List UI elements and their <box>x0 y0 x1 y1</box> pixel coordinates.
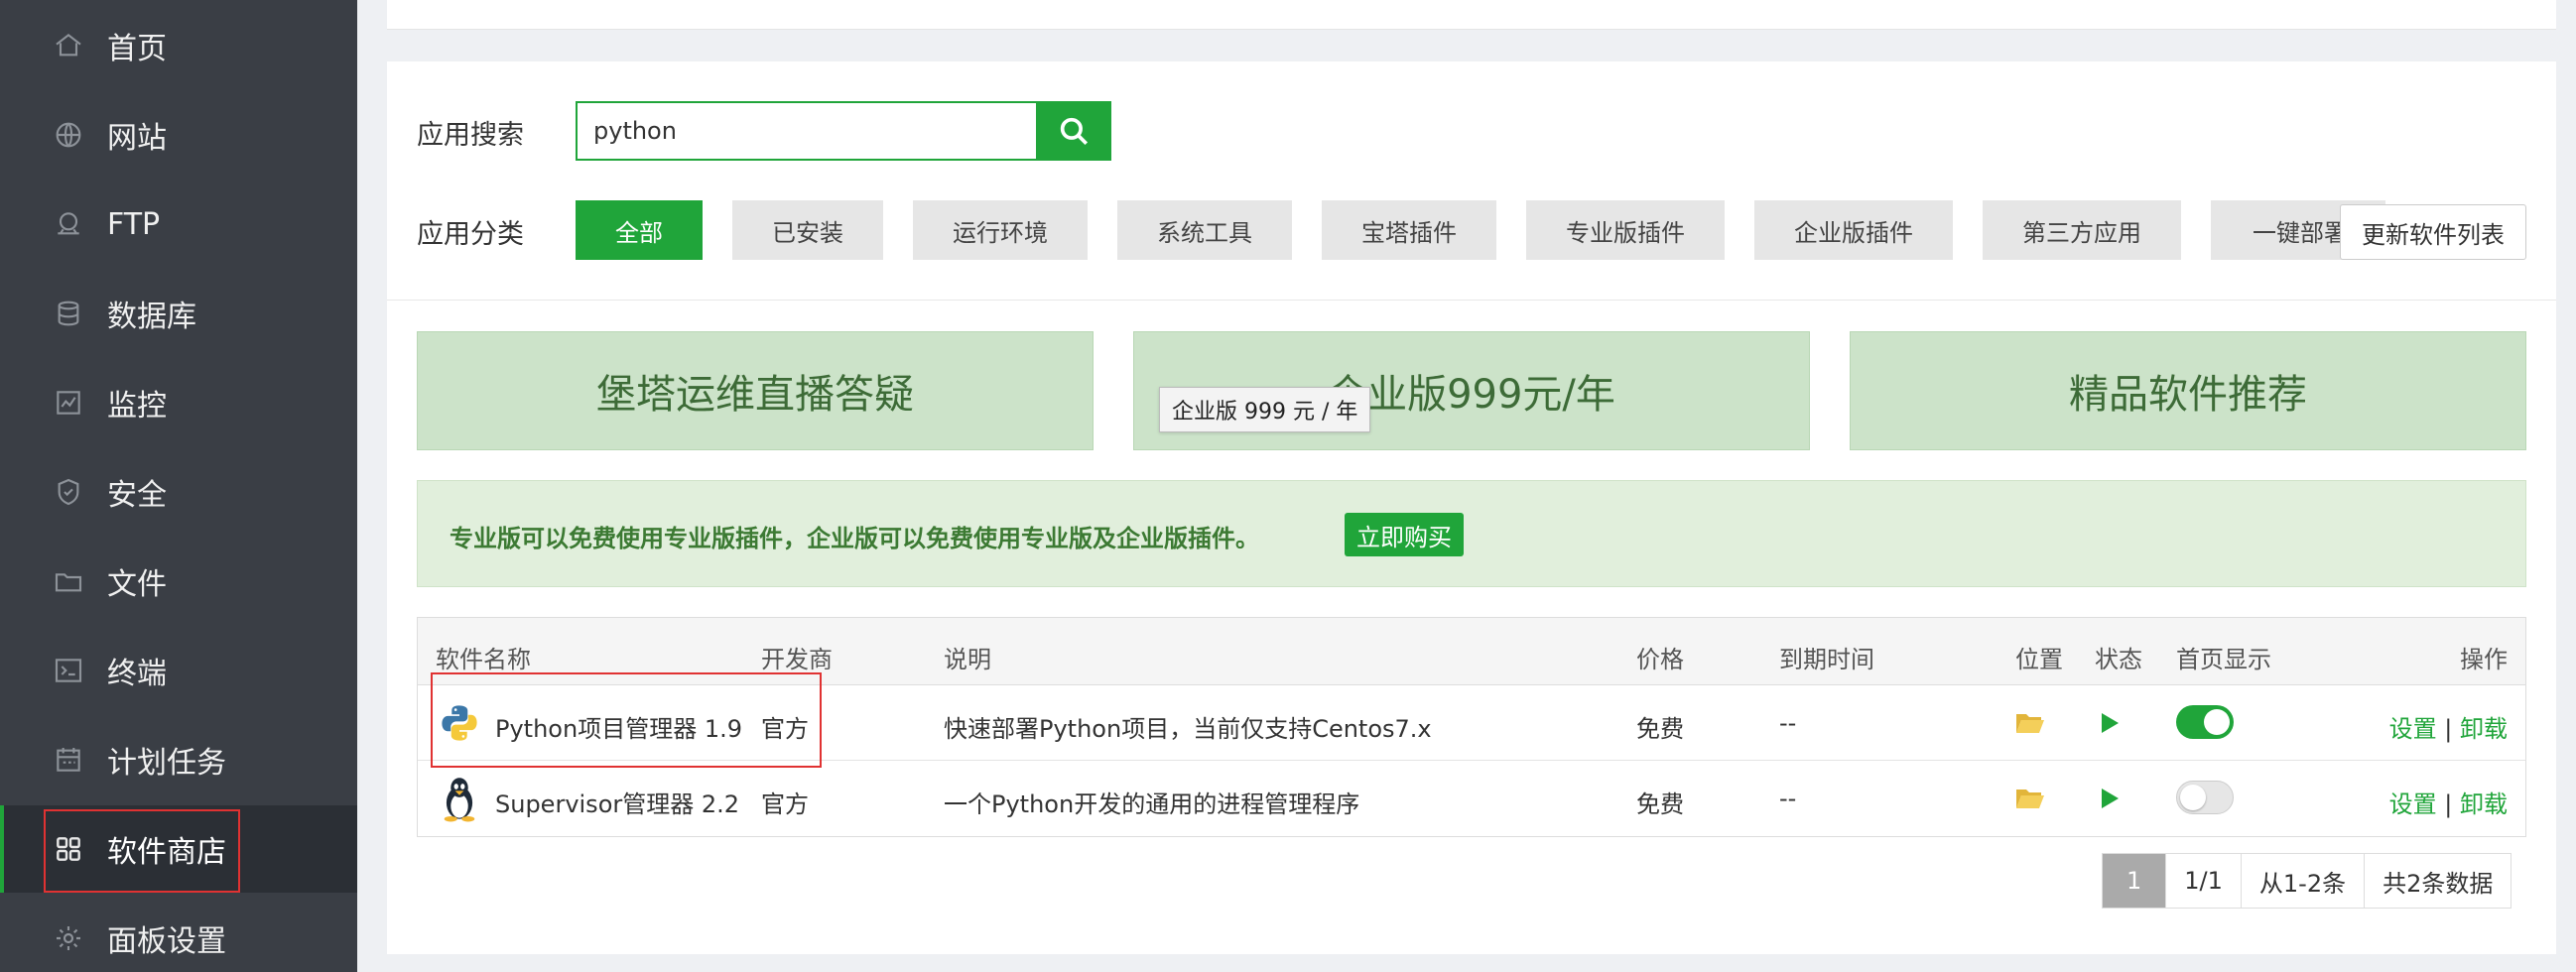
category-runtime[interactable]: 运行环境 <box>913 200 1088 260</box>
sidebar-item-label: FTP <box>107 206 161 242</box>
tooltip: 企业版 999 元 / 年 <box>1159 387 1371 432</box>
highlight-box-row <box>431 672 822 768</box>
price: 免费 <box>1636 715 1684 743</box>
ftp-icon <box>52 207 85 241</box>
developer: 官方 <box>761 790 809 818</box>
gear-icon <box>52 921 85 955</box>
sidebar-item-website[interactable]: 网站 <box>0 91 357 179</box>
category-bt-plugins[interactable]: 宝塔插件 <box>1322 200 1496 260</box>
sidebar-item-label: 监控 <box>107 389 167 424</box>
play-icon[interactable] <box>2099 787 2121 810</box>
sidebar-item-security[interactable]: 安全 <box>0 448 357 536</box>
uninstall-link[interactable]: 卸载 <box>2460 715 2508 743</box>
sidebar-item-label: 网站 <box>107 121 167 156</box>
play-icon[interactable] <box>2099 711 2121 735</box>
calendar-icon <box>52 743 85 777</box>
uninstall-link[interactable]: 卸载 <box>2460 790 2508 818</box>
sidebar-item-terminal[interactable]: 终端 <box>0 627 357 714</box>
sidebar-item-label: 安全 <box>107 478 167 513</box>
actions-separator: | <box>2444 790 2453 818</box>
linux-penguin-icon <box>444 778 475 822</box>
sidebar-item-scheduled-tasks[interactable]: 计划任务 <box>0 716 357 803</box>
globe-icon <box>52 118 85 152</box>
header-actions: 操作 <box>2460 646 2508 673</box>
category-pro-plugins[interactable]: 专业版插件 <box>1526 200 1725 260</box>
settings-link[interactable]: 设置 <box>2389 790 2437 818</box>
notice-text: 专业版可以免费使用专业版插件，企业版可以免费使用专业版及企业版插件。 <box>450 525 1259 552</box>
category-system-tools[interactable]: 系统工具 <box>1117 200 1292 260</box>
sidebar-item-label: 计划任务 <box>107 746 226 781</box>
page-count: 1/1 <box>2166 854 2242 908</box>
toggle-knob <box>2180 785 2206 810</box>
sidebar-item-label: 文件 <box>107 567 167 602</box>
category-label: 应用分类 <box>417 219 524 250</box>
header-price: 价格 <box>1636 646 1684 673</box>
sidebar-item-home[interactable]: 首页 <box>0 2 357 89</box>
home-display-toggle[interactable] <box>2176 781 2234 814</box>
buy-now-button[interactable]: 立即购买 <box>1345 513 1464 556</box>
update-software-list-button[interactable]: 更新软件列表 <box>2340 204 2526 260</box>
price: 免费 <box>1636 790 1684 818</box>
header-developer: 开发商 <box>761 646 833 673</box>
description: 一个Python开发的通用的进程管理程序 <box>944 790 1360 818</box>
sidebar-item-label: 面板设置 <box>107 924 226 959</box>
header-location: 位置 <box>2015 646 2063 673</box>
pagination: 1 1/1 从1-2条 共2条数据 <box>2102 853 2512 909</box>
banner-live-qa[interactable]: 堡塔运维直播答疑 <box>417 331 1094 450</box>
category-installed[interactable]: 已安装 <box>732 200 883 260</box>
divider <box>387 300 2556 301</box>
folder-icon <box>52 564 85 598</box>
category-third-party[interactable]: 第三方应用 <box>1983 200 2181 260</box>
category-all[interactable]: 全部 <box>576 200 703 260</box>
folder-open-icon[interactable] <box>2015 787 2045 810</box>
row-actions: 设置 | 卸载 <box>2389 709 2508 744</box>
sidebar-item-label: 数据库 <box>107 300 196 334</box>
table-row: Supervisor管理器 2.2 官方 一个Python开发的通用的进程管理程… <box>418 761 2525 836</box>
page-current[interactable]: 1 <box>2103 854 2167 908</box>
total-count: 共2条数据 <box>2365 854 2512 908</box>
expiry: -- <box>1779 785 1797 812</box>
toggle-knob <box>2204 709 2230 735</box>
header-description: 说明 <box>944 646 991 673</box>
page-range: 从1-2条 <box>2241 854 2366 908</box>
search-label: 应用搜索 <box>417 120 524 151</box>
highlight-box-sidebar <box>44 809 240 893</box>
header-expiry: 到期时间 <box>1779 646 1874 673</box>
terminal-icon <box>52 654 85 687</box>
settings-link[interactable]: 设置 <box>2389 715 2437 743</box>
sidebar-item-ftp[interactable]: FTP <box>0 181 357 268</box>
row-actions: 设置 | 卸载 <box>2389 785 2508 819</box>
header-home-display: 首页显示 <box>2176 646 2271 673</box>
category-enterprise-plugins[interactable]: 企业版插件 <box>1754 200 1953 260</box>
sidebar-item-panel-settings[interactable]: 面板设置 <box>0 895 357 972</box>
database-icon <box>52 297 85 330</box>
folder-open-icon[interactable] <box>2015 711 2045 735</box>
monitor-icon <box>52 386 85 420</box>
notice-bar: 专业版可以免费使用专业版插件，企业版可以免费使用专业版及企业版插件。 立即购买 <box>417 480 2526 587</box>
sidebar-item-database[interactable]: 数据库 <box>0 270 357 357</box>
sidebar-item-label: 首页 <box>107 32 167 66</box>
search-input[interactable] <box>576 101 1036 161</box>
software-name: Supervisor管理器 2.2 <box>495 790 740 818</box>
sidebar-item-monitor[interactable]: 监控 <box>0 359 357 446</box>
expiry: -- <box>1779 709 1797 737</box>
header-status: 状态 <box>2095 646 2142 673</box>
search-button[interactable] <box>1036 101 1111 161</box>
sidebar-item-files[interactable]: 文件 <box>0 538 357 625</box>
home-icon <box>52 29 85 62</box>
header-name: 软件名称 <box>436 646 531 673</box>
actions-separator: | <box>2444 715 2453 743</box>
shield-icon <box>52 475 85 509</box>
search-icon <box>1060 117 1089 146</box>
sidebar-item-label: 终端 <box>107 657 167 691</box>
top-panel <box>387 0 2556 30</box>
home-display-toggle[interactable] <box>2176 705 2234 739</box>
banner-recommended[interactable]: 精品软件推荐 <box>1850 331 2526 450</box>
description: 快速部署Python项目，当前仅支持Centos7.x <box>944 715 1432 743</box>
